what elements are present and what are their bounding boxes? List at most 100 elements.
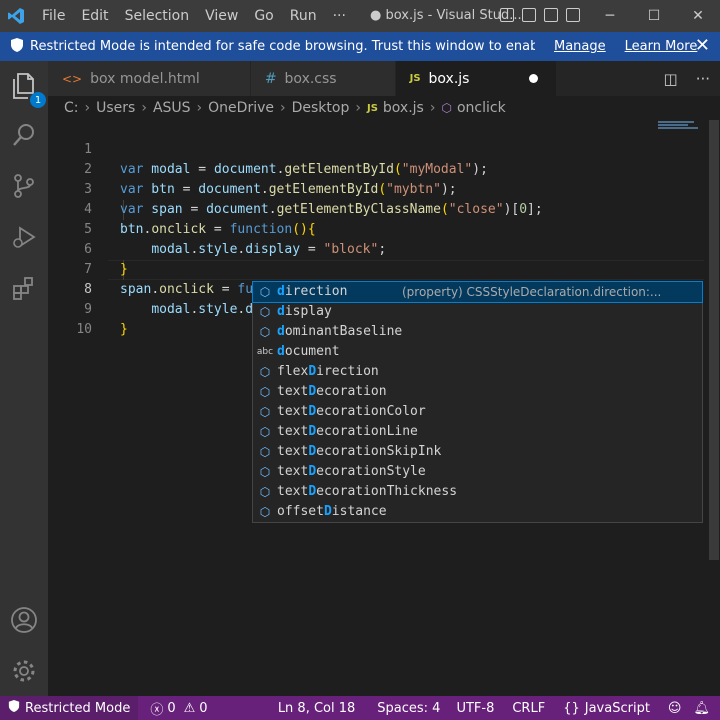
settings-gear-icon[interactable] [8,655,40,687]
suggestion-label: textDecorationThickness [277,484,458,499]
warning-count: 0 [199,700,208,716]
toggle-panel-icon[interactable] [522,8,536,22]
cursor-position[interactable]: Ln 8, Col 18 [272,701,361,716]
menu-file[interactable]: File [34,0,73,32]
shield-icon [10,37,24,57]
property-icon: ⬡ [259,425,271,439]
suggestion-item[interactable]: ⬡ display [253,302,702,322]
symbol-icon: ⬡ [441,101,452,115]
extensions-icon[interactable] [8,272,40,304]
suggestion-item[interactable]: ⬡ offsetDistance [253,502,702,522]
window-title: ● box.js - Visual Stud... [370,8,522,23]
status-bar: Restricted Mode ⓧ 0 ⚠ 0 Ln 8, Col 18 Spa… [0,696,720,720]
restricted-mode-status[interactable]: Restricted Mode [0,696,139,720]
breadcrumb-drive[interactable]: C: [64,100,79,116]
code-line: 1 var modal = document.getElementById("m… [48,120,708,177]
feedback-icon[interactable]: ☺ [662,701,688,716]
property-icon: ⬡ [259,485,271,499]
close-window-button[interactable]: ✕ [676,0,720,32]
learn-more-link[interactable]: Learn More [625,39,698,54]
text-word-icon: abc [256,347,274,357]
suggestion-item[interactable]: ⬡ flexDirection [253,362,702,382]
suggest-widget: ⬡ direction (property) CSSStyleDeclaration… [252,281,703,523]
suggestion-item[interactable]: ⬡ textDecorationSkipInk [253,442,702,462]
property-icon: ⬡ [259,405,271,419]
menu-edit[interactable]: Edit [73,0,116,32]
minimap[interactable] [658,120,708,140]
error-count: 0 [167,700,176,716]
window-controls: ─ ☐ ✕ [588,0,720,32]
layout-controls [500,8,580,22]
indentation-status[interactable]: Spaces: 4 [371,701,446,716]
code-line: 4 btn.onclick = function(){ [48,180,708,237]
suggestion-item[interactable]: ⬡ textDecorationThickness [253,482,702,502]
run-debug-icon[interactable] [8,221,40,253]
tab-box-model-html[interactable]: <> box model.html [48,61,251,96]
banner-close-icon[interactable]: ✕ [695,35,710,56]
suggestion-item[interactable]: ⬡ textDecorationStyle [253,462,702,482]
suggestion-item[interactable]: ⬡ dominantBaseline [253,322,702,342]
chevron-right-icon: › [196,100,203,116]
menu-more[interactable]: ··· [325,0,354,32]
suggestion-item[interactable]: abc document [253,342,702,362]
code-line: 3 var span = document.getElementByClassN… [48,160,708,217]
split-editor-icon[interactable]: ◫ [664,70,678,88]
encoding-status[interactable]: UTF-8 [450,701,500,716]
unsaved-dot-icon[interactable] [529,74,539,83]
minimize-button[interactable]: ─ [588,0,632,32]
explorer-icon[interactable]: 1 [8,70,46,108]
toggle-secondary-sidebar-icon[interactable] [544,8,558,22]
menu-view[interactable]: View [197,0,246,32]
restricted-mode-banner: Restricted Mode is intended for safe cod… [0,32,720,61]
tab-label: box model.html [90,70,200,87]
braces-icon: {} [563,700,580,716]
js-file-icon: JS [409,73,421,84]
scrollbar-thumb[interactable] [709,120,719,560]
search-icon[interactable] [8,119,40,151]
breadcrumb-file[interactable]: box.js [383,100,424,116]
suggestion-label: textDecorationSkipInk [277,444,442,459]
customize-layout-icon[interactable] [566,8,580,22]
suggestion-item[interactable]: ⬡ direction (property) CSSStyleDeclaration… [252,281,703,303]
suggestion-item[interactable]: ⬡ textDecorationColor [253,402,702,422]
property-icon: ⬡ [259,305,271,319]
eol-status[interactable]: CRLF [506,701,551,716]
suggestion-item[interactable]: ⬡ textDecoration [253,382,702,402]
problems-status[interactable]: ⓧ 0 ⚠ 0 [144,699,213,718]
code-line: 8 modal.style.d [48,260,708,317]
chevron-right-icon: › [84,100,91,116]
menu-selection[interactable]: Selection [117,0,198,32]
suggestion-label: offsetDistance [277,504,387,519]
menu-go[interactable]: Go [246,0,281,32]
maximize-button[interactable]: ☐ [632,0,676,32]
shield-icon [8,699,20,717]
tab-box-js[interactable]: JS box.js [395,61,558,96]
menu-run[interactable]: Run [282,0,325,32]
breadcrumb-symbol[interactable]: onclick [457,100,506,116]
notifications-bell-icon[interactable]: 🔔︎ [687,701,716,716]
suggestion-label: dominantBaseline [277,324,403,339]
breadcrumb-desktop[interactable]: Desktop [292,100,350,116]
language-mode[interactable]: {} JavaScript [557,701,656,716]
breadcrumb-onedrive[interactable]: OneDrive [208,100,274,116]
editor-tabs: <> box model.html # box.css JS box.js ◫ … [48,61,720,96]
error-icon: ⓧ [150,702,164,718]
js-file-icon: JS [366,102,378,114]
manage-link[interactable]: Manage [554,39,606,54]
tab-box-css[interactable]: # box.css [250,61,396,96]
code-line: 6 } [48,220,708,277]
suggestion-label: flexDirection [277,364,379,379]
suggestion-label: display [277,304,332,319]
vertical-scrollbar[interactable] [708,120,720,696]
suggestion-label: document [277,344,340,359]
breadcrumb-users[interactable]: Users [96,100,135,116]
account-icon[interactable] [8,604,40,636]
toggle-sidebar-icon[interactable] [500,8,514,22]
breadcrumb-asus[interactable]: ASUS [153,100,191,116]
property-icon: ⬡ [259,505,271,519]
warning-icon: ⚠ [183,700,196,716]
source-control-icon[interactable] [8,170,40,202]
suggestion-item[interactable]: ⬡ textDecorationLine [253,422,702,442]
breadcrumb: C: › Users › ASUS › OneDrive › Desktop ›… [48,96,720,120]
more-actions-icon[interactable]: ··· [696,70,710,88]
